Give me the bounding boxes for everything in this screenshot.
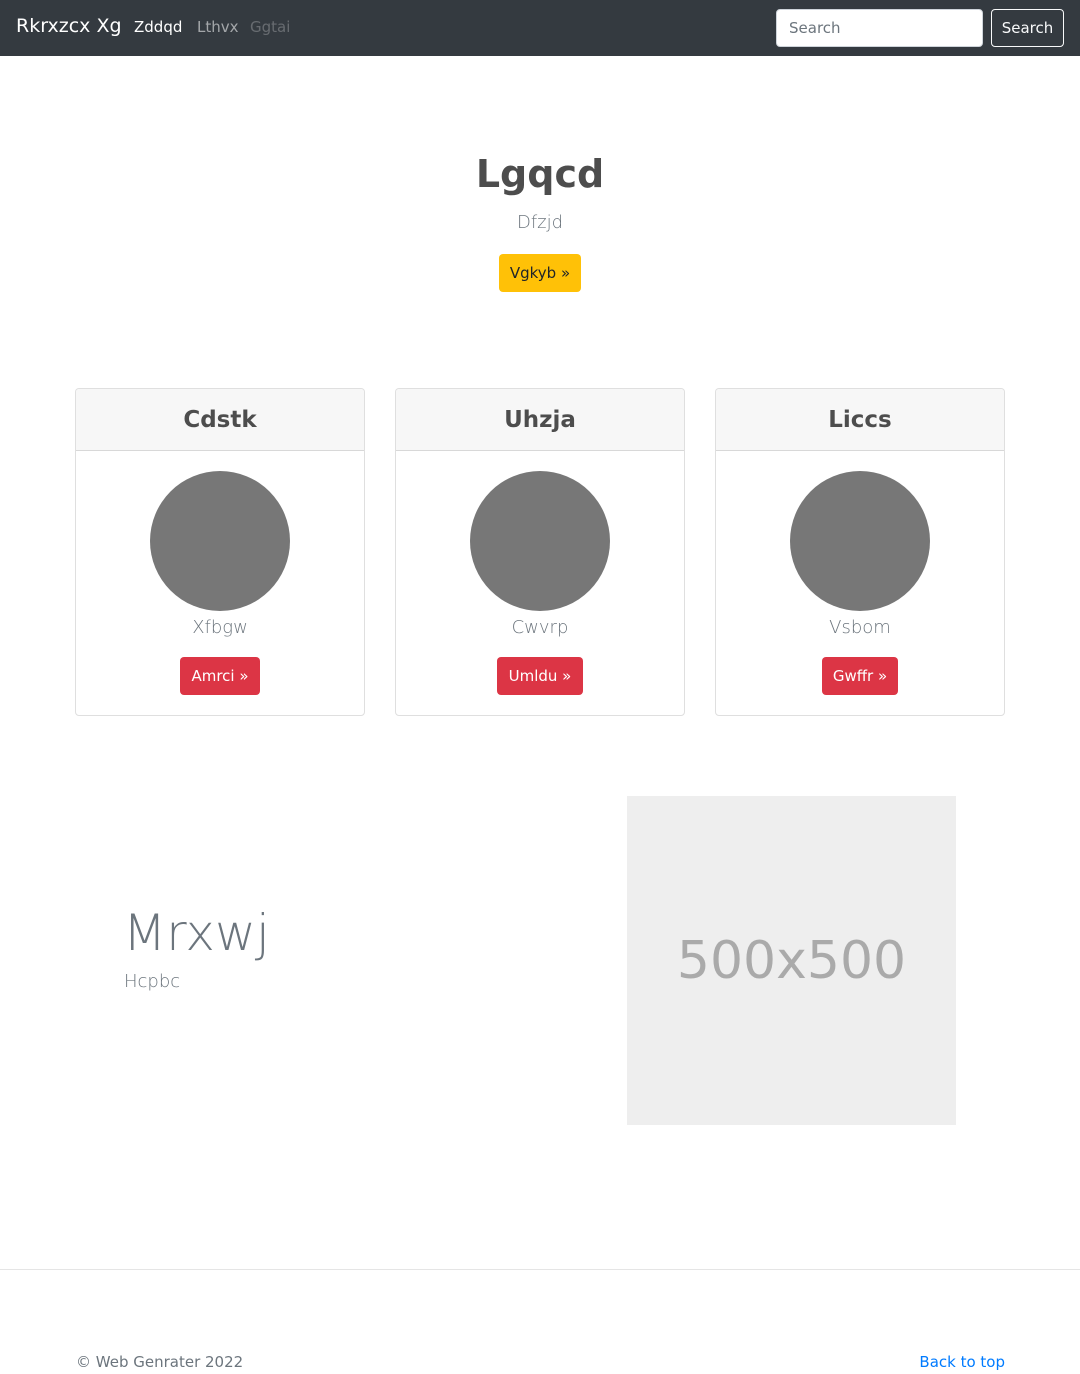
feature-title: Mrxwj	[123, 904, 270, 962]
avatar	[790, 471, 930, 611]
avatar	[150, 471, 290, 611]
nav-link-ggtai: Ggtai	[250, 18, 291, 36]
search-input[interactable]	[776, 9, 983, 47]
placeholder-image: 500x500	[627, 796, 956, 1125]
card-cdstk: Cdstk Xfbgw Amrci »	[75, 388, 365, 716]
nav-link-zddqd[interactable]: Zddqd	[134, 18, 182, 36]
footer-divider	[0, 1269, 1080, 1270]
card-button-umldu[interactable]: Umldu »	[497, 657, 583, 695]
card-header: Liccs	[716, 389, 1004, 451]
card-button-gwffr[interactable]: Gwffr »	[822, 657, 898, 695]
card-text: Xfbgw	[192, 617, 248, 638]
copyright-text: © Web Genrater 2022	[76, 1353, 244, 1371]
card-button-amrci[interactable]: Amrci »	[180, 657, 260, 695]
hero-title: Lgqcd	[475, 152, 605, 196]
back-to-top-link[interactable]: Back to top	[919, 1353, 1005, 1371]
avatar	[470, 471, 610, 611]
card-text: Cwvrp	[511, 617, 569, 638]
hero-subtitle: Dfzjd	[516, 212, 564, 233]
brand-link[interactable]: Rkrxzcx Xg	[16, 15, 122, 37]
card-liccs: Liccs Vsbom Gwffr »	[715, 388, 1005, 716]
nav-link-lthvx[interactable]: Lthvx	[197, 18, 239, 36]
card-header: Cdstk	[76, 389, 364, 451]
hero-button[interactable]: Vgkyb »	[499, 254, 581, 292]
navbar: Rkrxzcx Xg Zddqd Lthvx Ggtai Search	[0, 0, 1080, 56]
search-button[interactable]: Search	[991, 9, 1064, 47]
card-header: Uhzja	[396, 389, 684, 451]
card-text: Vsbom	[829, 617, 891, 638]
feature-subtitle: Hcpbc	[124, 971, 181, 992]
card-uhzja: Uhzja Cwvrp Umldu »	[395, 388, 685, 716]
